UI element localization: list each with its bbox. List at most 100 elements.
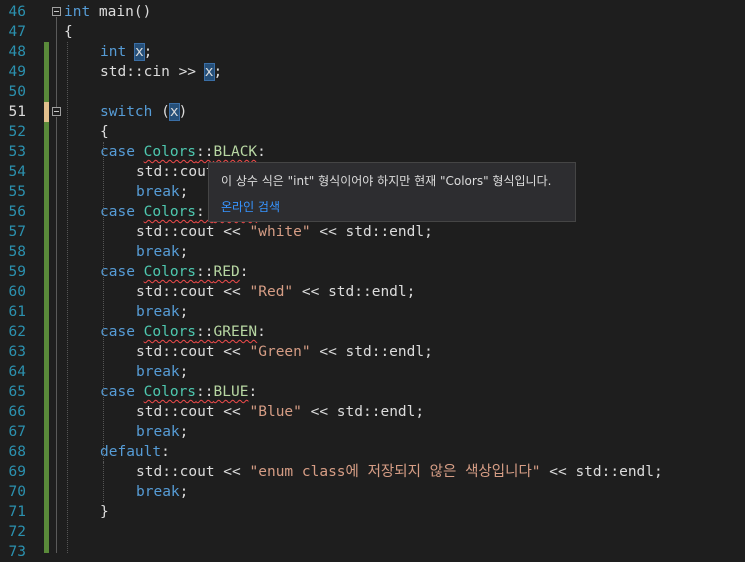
- code-line[interactable]: 47 {: [0, 22, 745, 42]
- fold-collapse-icon[interactable]: [52, 7, 61, 16]
- code-token: x: [133, 43, 145, 61]
- code-text: break;: [136, 242, 188, 262]
- line-number: 63: [8, 344, 26, 360]
- line-number: 67: [8, 424, 26, 440]
- code-token: Colors: [143, 264, 197, 280]
- code-line[interactable]: 65 case Colors::BLUE:: [0, 382, 745, 402]
- code-line[interactable]: 71}: [0, 502, 745, 522]
- code-line[interactable]: 63 std::cout << "Green" << std::endl;: [0, 342, 745, 362]
- code-text: std::cout << "white" << std::endl;: [136, 222, 433, 242]
- code-text: std::cout << "Red" << std::endl;: [136, 282, 415, 302]
- code-line[interactable]: 57 std::cout << "white" << std::endl;: [0, 222, 745, 242]
- line-number: 71: [8, 504, 26, 520]
- code-token: :: [257, 144, 266, 160]
- fold-line: [56, 17, 57, 107]
- line-number: 50: [8, 84, 26, 100]
- code-token: ::: [196, 264, 214, 280]
- code-line[interactable]: 49 std::cin >> x;: [0, 62, 745, 82]
- line-number: 56: [8, 204, 26, 220]
- code-token: main(): [90, 4, 152, 20]
- fold-collapse-icon[interactable]: [52, 107, 61, 116]
- fold-line: [56, 117, 57, 522]
- code-token: :: [161, 444, 170, 460]
- code-token: "Blue": [249, 404, 302, 420]
- code-line[interactable]: 50: [0, 82, 745, 102]
- code-token: << std::endl;: [540, 464, 663, 480]
- code-text: case Colors::RED:: [100, 262, 248, 282]
- code-token: GREEN: [213, 324, 258, 340]
- code-token: ;: [213, 64, 223, 80]
- code-line[interactable]: 62 case Colors::GREEN:: [0, 322, 745, 342]
- code-line[interactable]: 70 break;: [0, 482, 745, 502]
- code-token: Colors: [143, 324, 197, 340]
- code-text: break;: [136, 302, 188, 322]
- code-token: case: [100, 204, 144, 220]
- line-number: 69: [8, 464, 26, 480]
- line-number: 62: [8, 324, 26, 340]
- line-number: 68: [8, 444, 26, 460]
- line-number: 61: [8, 304, 26, 320]
- code-line[interactable]: 64 break;: [0, 362, 745, 382]
- code-token: "Green": [249, 344, 311, 360]
- code-text: case Colors::BLACK:: [100, 142, 266, 162]
- code-token: ;: [179, 484, 189, 500]
- code-line[interactable]: 59 case Colors::RED:: [0, 262, 745, 282]
- code-line[interactable]: 58 break;: [0, 242, 745, 262]
- error-tooltip: 이 상수 식은 "int" 형식이어야 하지만 현재 "Colors" 형식입니…: [208, 162, 576, 222]
- code-line[interactable]: 61 break;: [0, 302, 745, 322]
- fold-line: [56, 522, 57, 553]
- code-token: :: [257, 324, 266, 340]
- code-token: std::cin >>: [100, 64, 205, 80]
- code-line[interactable]: 60 std::cout << "Red" << std::endl;: [0, 282, 745, 302]
- code-line[interactable]: 69 std::cout << "enum class에 저장되지 않은 색상입니…: [0, 462, 745, 482]
- tooltip-message: 이 상수 식은 "int" 형식이어야 하지만 현재 "Colors" 형식입니…: [221, 174, 552, 188]
- code-token: "Red": [249, 284, 294, 300]
- code-token: (: [152, 104, 170, 120]
- code-token: case: [100, 384, 144, 400]
- line-number: 70: [8, 484, 26, 500]
- indent-guide: [103, 462, 104, 502]
- code-line[interactable]: 52 {: [0, 122, 745, 142]
- code-token: << std::endl;: [310, 344, 433, 360]
- change-bar: [44, 102, 49, 122]
- line-number: 47: [8, 24, 26, 40]
- code-text: break;: [136, 182, 188, 202]
- code-line[interactable]: 67 break;: [0, 422, 745, 442]
- code-token: Colors: [143, 204, 197, 220]
- code-line[interactable]: 53 case Colors::BLACK:: [0, 142, 745, 162]
- change-bar: [44, 42, 49, 102]
- search-online-link[interactable]: 온라인 검색: [221, 198, 280, 215]
- code-token: ::: [196, 324, 214, 340]
- code-token: << std::endl;: [301, 404, 425, 420]
- code-editor[interactable]: 46 int main() 47{48 int x; 49 std::cin >> x;5…: [0, 0, 745, 560]
- code-line[interactable]: 72: [0, 522, 745, 542]
- line-number: 58: [8, 244, 26, 260]
- code-token: ;: [179, 184, 189, 200]
- code-line[interactable]: 48 int x;: [0, 42, 745, 62]
- line-number: 66: [8, 404, 26, 420]
- code-token: ::: [196, 384, 214, 400]
- code-token: ;: [143, 44, 153, 60]
- line-number: 54: [8, 164, 26, 180]
- code-line[interactable]: 51 switch (x): [0, 102, 745, 122]
- line-number: 57: [8, 224, 26, 240]
- code-token: "white": [249, 224, 311, 240]
- indent-guide: [103, 142, 104, 502]
- code-token: Colors: [143, 384, 197, 400]
- code-line[interactable]: 73: [0, 542, 745, 562]
- code-line[interactable]: 66 std::cout << "Blue" << std::endl;: [0, 402, 745, 422]
- code-token: ;: [179, 424, 189, 440]
- code-text: int main(): [64, 2, 151, 22]
- code-line[interactable]: 68 default:: [0, 442, 745, 462]
- line-number: 60: [8, 284, 26, 300]
- code-token: BLUE: [213, 384, 249, 400]
- code-text: }: [100, 502, 109, 522]
- code-line[interactable]: 46 int main(): [0, 2, 745, 22]
- code-text: default:: [100, 442, 170, 462]
- code-text: std::cin >> x;: [100, 62, 222, 82]
- code-token: case: [100, 144, 144, 160]
- code-text: std::cout << "Blue" << std::endl;: [136, 402, 424, 422]
- code-token: int: [64, 4, 91, 20]
- code-token: switch: [100, 104, 153, 120]
